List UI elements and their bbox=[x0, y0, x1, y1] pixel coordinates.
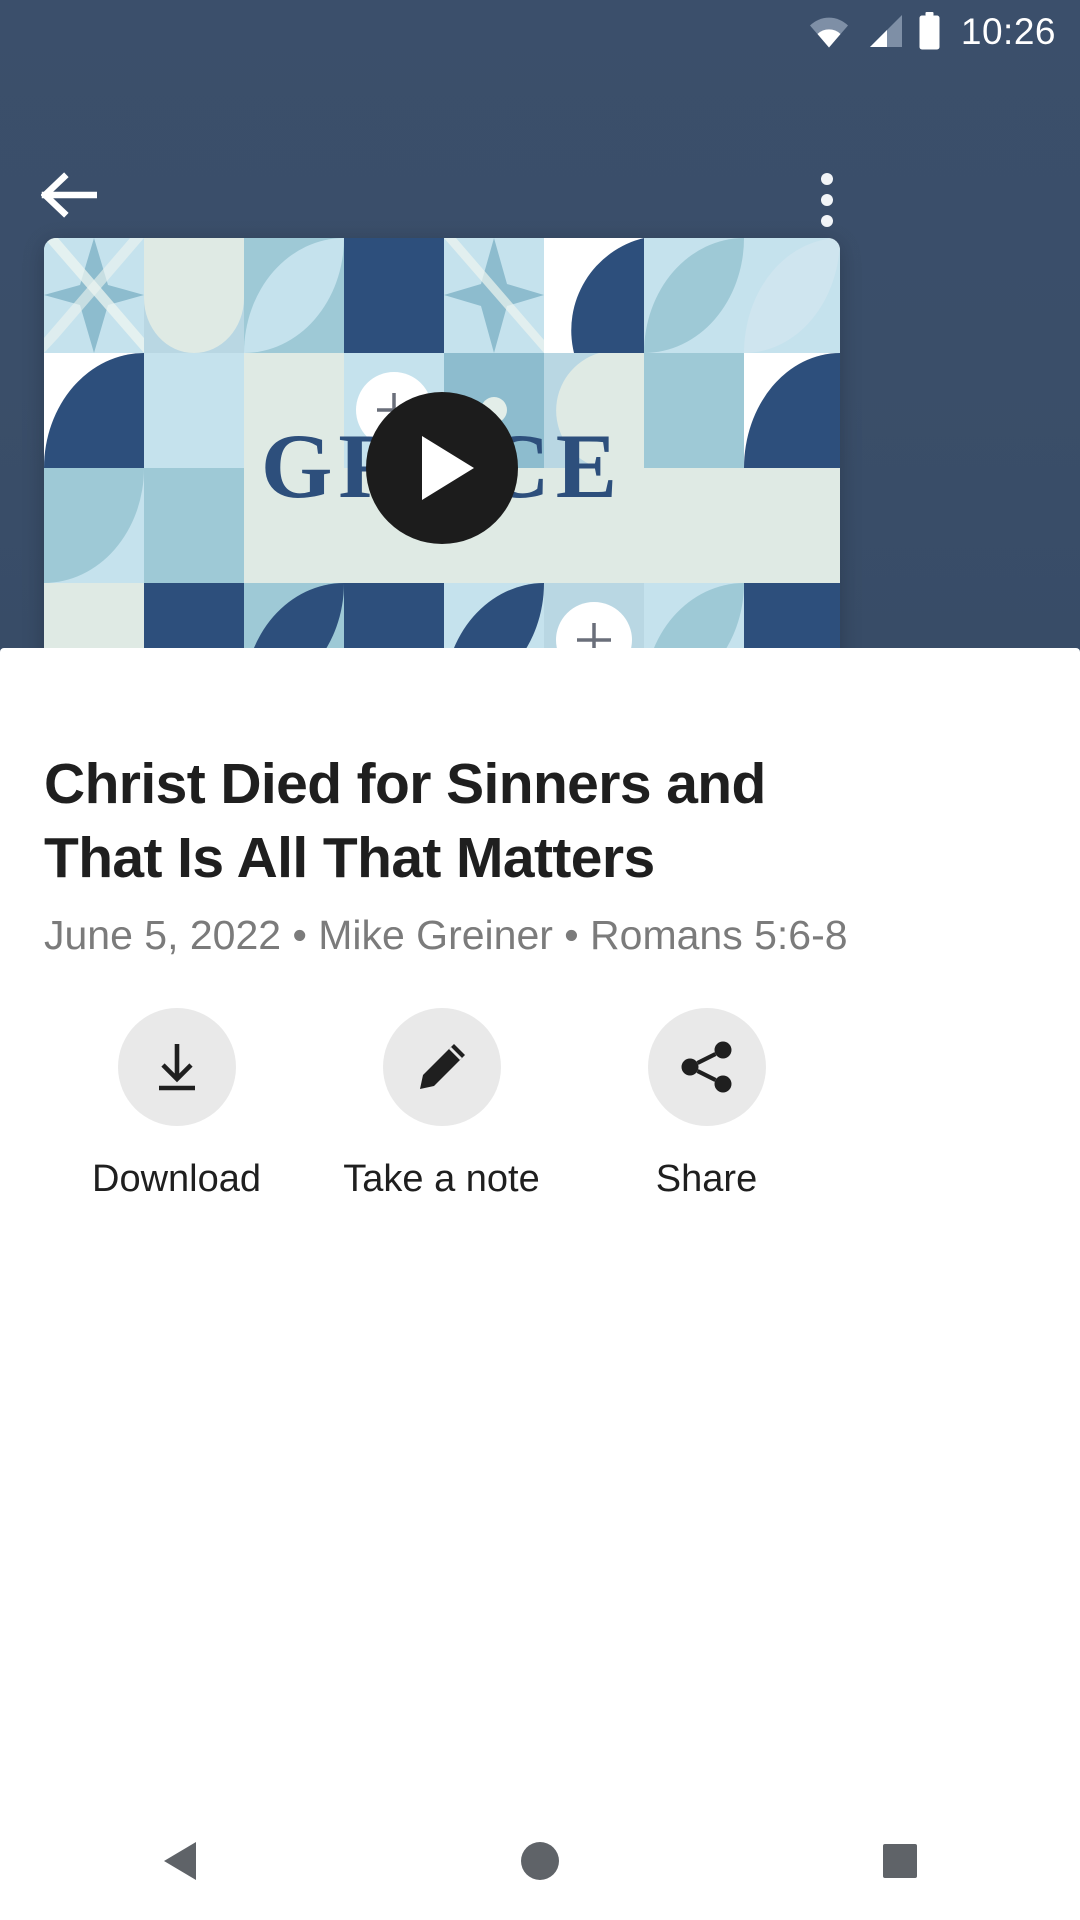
share-button-circle bbox=[647, 1008, 766, 1126]
header-region: 10:26 bbox=[0, 0, 1080, 698]
nav-home-button[interactable] bbox=[360, 1802, 720, 1920]
sermon-metadata: June 5, 2022 • Mike Greiner • Romans 5:6… bbox=[44, 912, 848, 958]
app-bar bbox=[0, 72, 1080, 227]
status-clock: 10:26 bbox=[960, 10, 1056, 52]
nav-back-triangle-icon bbox=[164, 1842, 196, 1880]
nav-recents-square-icon bbox=[883, 1844, 917, 1878]
take-a-note-button-label: Take a note bbox=[343, 1158, 540, 1200]
overflow-menu-button[interactable] bbox=[796, 162, 858, 238]
download-button[interactable]: Download bbox=[44, 1008, 309, 1198]
action-row: Download Take a note Share bbox=[44, 1008, 924, 1198]
play-icon bbox=[422, 436, 474, 500]
wifi-icon bbox=[809, 17, 848, 48]
back-button[interactable] bbox=[36, 162, 102, 228]
more-vertical-icon-dot-2 bbox=[821, 194, 833, 206]
download-icon bbox=[158, 1044, 195, 1091]
navigation-bar bbox=[0, 1802, 1080, 1920]
download-button-label: Download bbox=[92, 1158, 261, 1200]
play-button[interactable] bbox=[366, 392, 518, 544]
pencil-icon bbox=[419, 1044, 465, 1089]
share-button-label: Share bbox=[655, 1158, 758, 1200]
sermon-title: Christ Died for Sinners and That Is All … bbox=[44, 752, 766, 891]
sermon-thumbnail-card[interactable]: GRACE bbox=[44, 238, 840, 698]
content-sheet: Christ Died for Sinners and That Is All … bbox=[0, 648, 1080, 1920]
battery-icon bbox=[919, 12, 940, 50]
take-a-note-button[interactable]: Take a note bbox=[309, 1008, 574, 1198]
share-button[interactable]: Share bbox=[574, 1008, 839, 1198]
more-vertical-icon-dot-3 bbox=[821, 215, 833, 227]
nav-recents-button[interactable] bbox=[720, 1802, 1080, 1920]
nav-home-circle-icon bbox=[521, 1842, 559, 1880]
take-a-note-button-circle bbox=[382, 1008, 501, 1126]
arrow-left-icon bbox=[41, 172, 97, 218]
status-bar: 10:26 bbox=[0, 0, 1080, 62]
download-button-circle bbox=[117, 1008, 236, 1126]
cellular-signal-icon bbox=[869, 15, 902, 47]
share-nodes-icon bbox=[681, 1041, 731, 1093]
nav-back-button[interactable] bbox=[0, 1802, 360, 1920]
more-vertical-icon-dot-1 bbox=[821, 173, 833, 185]
